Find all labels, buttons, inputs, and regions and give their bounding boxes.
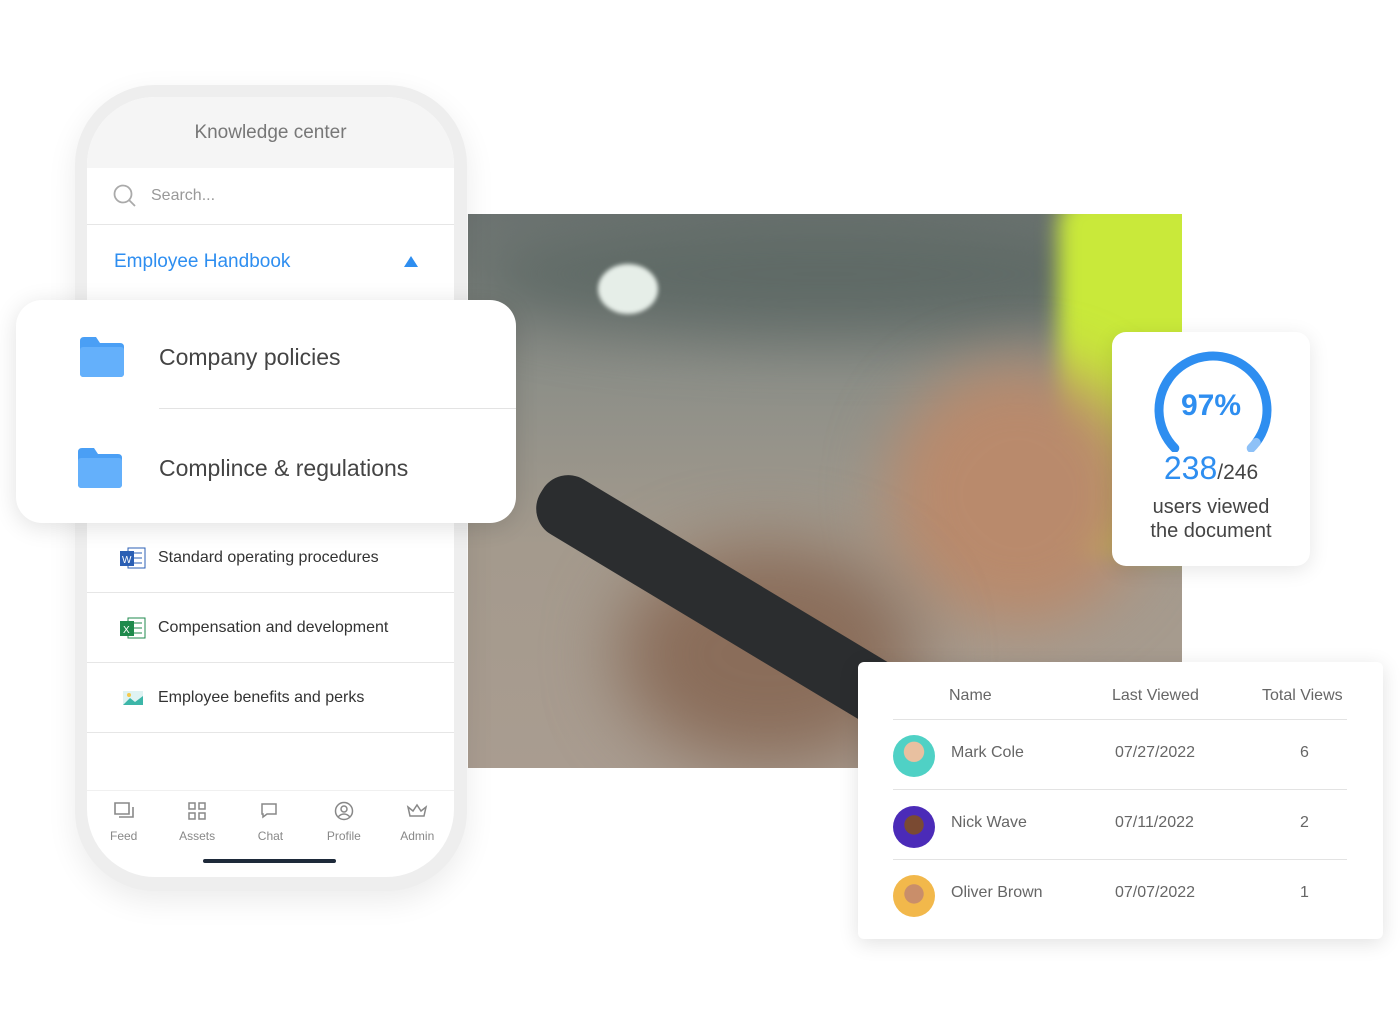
svg-text:W: W [122,555,132,566]
table-row[interactable]: Mark Cole 07/27/2022 6 [893,719,1347,789]
nav-label: Admin [400,829,435,843]
file-list: W Standard operating procedures X Compen… [87,523,454,733]
grid-icon [188,802,206,820]
cell-last-viewed: 07/07/2022 [1115,884,1196,901]
col-header-name: Name [949,687,992,704]
col-header-total-views: Total Views [1262,687,1343,704]
search-placeholder: Search... [151,187,216,204]
avatar [893,735,935,777]
avatar [893,806,935,848]
image-file-icon [123,690,143,705]
cell-name: Oliver Brown [951,884,1043,901]
collapse-triangle-icon [404,256,418,267]
feed-icon [113,802,134,818]
gauge-percent: 97% [1180,389,1242,422]
nav-profile[interactable]: Profile [314,791,374,850]
nav-assets[interactable]: Assets [167,791,227,850]
folder-item[interactable]: Company policies [16,302,516,412]
word-doc-icon: W [120,547,146,568]
cell-name: Mark Cole [951,744,1024,761]
cell-total-views: 1 [1300,884,1309,901]
home-indicator [203,859,336,863]
nav-label: Chat [257,829,284,843]
folder-label: Complince & regulations [159,454,409,481]
profile-icon [334,801,354,821]
crown-icon [407,803,428,817]
chat-icon [261,803,278,819]
file-item[interactable]: W Standard operating procedures [87,523,454,593]
avatar [893,875,935,917]
total-count: /246 [1217,461,1259,484]
file-label: Employee benefits and perks [158,688,365,706]
folder-icon [80,337,124,377]
folder-icon [78,448,122,488]
nav-admin[interactable]: Admin [387,791,447,850]
search-icon [113,184,136,207]
table-row[interactable]: Oliver Brown 07/07/2022 1 [893,859,1347,929]
viewed-count: 238 [1163,450,1218,486]
nav-label: Profile [326,829,361,843]
cell-last-viewed: 07/11/2022 [1115,814,1194,831]
nav-chat[interactable]: Chat [240,791,300,850]
cell-total-views: 6 [1300,744,1309,761]
screen-title: Knowledge center [87,97,454,168]
nav-label: Assets [179,829,216,843]
table-row[interactable]: Nick Wave 07/11/2022 2 [893,789,1347,862]
cell-name: Nick Wave [951,814,1027,831]
gauge-caption: users viewed [1152,496,1270,518]
nav-feed[interactable]: Feed [94,791,154,850]
viewers-table: Name Last Viewed Total Views Mark Cole 0… [858,662,1383,939]
svg-text:X: X [123,625,130,636]
file-label: Standard operating procedures [158,548,379,566]
folder-item[interactable]: Complince & regulations [16,413,516,523]
folder-card: Company policies Complince & regulations [16,300,516,523]
folder-label: Company policies [159,343,341,370]
section-employee-handbook[interactable]: Employee Handbook [87,225,454,298]
file-item[interactable]: X Compensation and development [87,593,454,663]
divider [159,408,516,409]
section-label: Employee Handbook [114,250,291,272]
bottom-nav: Feed Assets Chat Profile Admin [87,790,454,850]
file-item[interactable]: Employee benefits and perks [87,663,454,733]
nav-label: Feed [110,829,138,843]
gauge-caption: the document [1150,520,1272,542]
search-input[interactable]: Search... [87,168,454,225]
cell-last-viewed: 07/27/2022 [1115,744,1196,761]
file-label: Compensation and development [158,618,389,636]
excel-doc-icon: X [120,617,146,638]
cell-total-views: 2 [1300,814,1309,831]
col-header-last-viewed: Last Viewed [1112,687,1199,704]
views-gauge-card: 97% 238/246 users viewed the document [1112,332,1310,566]
